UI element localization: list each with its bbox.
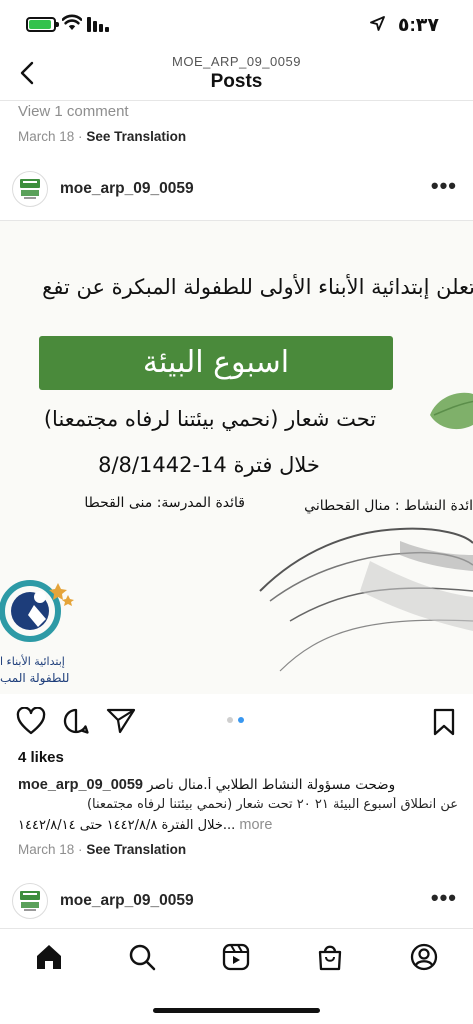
school-emblem-icon <box>0 580 74 642</box>
share-send-icon[interactable] <box>106 708 136 734</box>
view-comments-link[interactable]: View 1 comment <box>18 103 129 120</box>
carousel-dot <box>227 717 233 723</box>
hand-sketch-illustration <box>259 527 473 672</box>
status-time: ٥:٣٧ <box>397 15 439 36</box>
previous-post-meta: March 18 · See Translation <box>18 129 187 144</box>
caption-line-1: moe_arp_09_0059 وضحت مسؤولة النشاط الطلا… <box>18 777 396 793</box>
logo-text-1: إبتدائية الأبناء ا <box>0 655 65 668</box>
bookmark-icon[interactable] <box>432 708 456 736</box>
battery-charging-icon <box>26 17 59 32</box>
more-horizontal-icon[interactable]: ••• <box>431 173 457 199</box>
home-icon[interactable] <box>35 943 63 971</box>
header-divider <box>0 100 473 101</box>
like-heart-icon[interactable] <box>16 707 46 735</box>
avatar[interactable] <box>12 171 48 207</box>
image-activity-leader: ائدة النشاط : منال القحطاني <box>304 498 473 514</box>
post-date: March 18 <box>18 129 75 144</box>
image-principal: قائدة المدرسة: منى القحطا <box>84 495 245 511</box>
image-period: خلال فترة 14-8/8/1442 <box>98 453 320 477</box>
reels-icon[interactable] <box>222 943 250 971</box>
likes-count[interactable]: 4 likes <box>18 749 64 766</box>
cellular-signal-icon <box>87 17 109 32</box>
caption-more-link[interactable]: more <box>239 817 272 833</box>
logo-text-2: للطفولة المب <box>0 671 70 685</box>
header-username: MOE_ARP_09_0059 <box>172 54 301 69</box>
comment-icon[interactable] <box>62 707 90 735</box>
page-title: Posts <box>210 71 263 92</box>
image-banner: اسبوع البيئة <box>39 336 393 390</box>
image-slogan: تحت شعار (نحمي بيئتنا لرفاه مجتمعنا) <box>43 407 377 431</box>
wifi-icon <box>62 14 82 30</box>
next-post-username[interactable]: moe_arp_09_0059 <box>60 892 194 910</box>
image-headline: تعلن إبتدائية الأبناء الأولى للطفولة الم… <box>42 275 473 299</box>
school-logo-icon <box>20 891 40 911</box>
see-translation-link[interactable]: See Translation <box>86 842 186 857</box>
caption-line-2: عن انطلاق أسبوع البيئة ٢١ ٢٠ تحت شعار (ن… <box>86 797 458 812</box>
post-date: March 18 <box>18 842 75 857</box>
post-username[interactable]: moe_arp_09_0059 <box>60 180 194 198</box>
caption-line-3: خلال الفترة ١٤٤٢/٨/٨ حتى ١٤٤٢/٨/١٤... mo… <box>18 817 273 833</box>
avatar[interactable] <box>12 883 48 919</box>
status-bar: ٥:٣٧ <box>0 0 473 50</box>
leaf-illustration <box>430 392 473 430</box>
caption-username[interactable]: moe_arp_09_0059 <box>18 777 143 793</box>
shop-icon[interactable] <box>316 943 344 971</box>
see-translation-link[interactable]: See Translation <box>86 129 186 144</box>
profile-icon[interactable] <box>410 943 438 971</box>
search-icon[interactable] <box>128 943 156 971</box>
more-horizontal-icon[interactable]: ••• <box>431 885 457 911</box>
home-indicator[interactable] <box>153 1008 320 1013</box>
post-meta: March 18 · See Translation <box>18 842 187 857</box>
location-arrow-icon <box>370 16 385 31</box>
post-image[interactable]: تعلن إبتدائية الأبناء الأولى للطفولة الم… <box>0 221 473 694</box>
carousel-dot-active <box>238 717 244 723</box>
carousel-indicator <box>227 717 244 723</box>
school-logo-icon <box>20 179 40 199</box>
